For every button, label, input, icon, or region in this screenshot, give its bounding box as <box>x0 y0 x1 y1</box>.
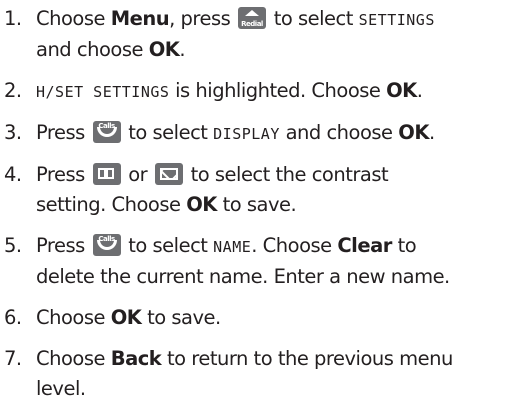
messages-key-icon <box>154 163 183 185</box>
step-text: to select <box>122 234 214 257</box>
step-text: level. <box>36 377 86 400</box>
hset-settings-lcd-text: H/SET SETTINGS <box>36 83 170 101</box>
step-text: and choose <box>279 121 399 144</box>
display-lcd-text: DISPLAY <box>213 125 280 143</box>
step-number: 3. <box>4 121 22 144</box>
step-7: 7. Choose Back to return to the previous… <box>4 344 504 404</box>
step-number: 1. <box>4 7 22 30</box>
step-text: , press <box>169 7 236 30</box>
ok-keyword: OK <box>186 193 217 216</box>
back-keyword: Back <box>110 347 162 370</box>
menu-keyword: Menu <box>110 7 170 30</box>
ok-keyword: OK <box>148 38 180 61</box>
step-text: or <box>122 163 153 186</box>
ok-keyword: OK <box>398 121 429 144</box>
settings-lcd-text: SETTINGS <box>358 11 435 29</box>
step-text: to <box>391 234 417 257</box>
step-text: setting. Choose <box>36 193 187 216</box>
step-text: . Choose <box>251 234 338 257</box>
step-number: 2. <box>4 79 22 102</box>
calls-key-icon: Calls <box>92 121 121 143</box>
step-text: . <box>428 121 435 144</box>
step-text: delete the current name. Enter a new nam… <box>36 265 450 288</box>
step-6: 6. Choose OK to save. <box>4 303 504 333</box>
step-text: is highlighted. Choose <box>169 79 387 102</box>
step-text: and choose <box>36 38 149 61</box>
step-text: Press <box>36 163 91 186</box>
redial-key-label: Redial <box>241 20 263 28</box>
ok-keyword: OK <box>386 79 417 102</box>
ok-keyword: OK <box>110 306 142 329</box>
step-number: 4. <box>4 163 22 186</box>
step-text: . <box>416 79 423 102</box>
step-text: Press <box>36 234 91 257</box>
step-text: Press <box>36 121 91 144</box>
step-number: 6. <box>4 306 22 329</box>
clear-keyword: Clear <box>337 234 392 257</box>
step-4: 4. Press or to select the contrast setti… <box>4 160 504 220</box>
phonebook-key-icon <box>92 163 121 185</box>
step-number: 7. <box>4 347 22 370</box>
name-lcd-text: NAME <box>213 238 252 256</box>
step-text: Choose <box>36 7 111 30</box>
step-text: to save. <box>216 193 297 216</box>
step-text: to return to the previous menu <box>161 347 453 370</box>
step-text: to save. <box>141 306 221 329</box>
instruction-steps: 1. Choose Menu, press Redial to select S… <box>4 4 504 415</box>
step-2: 2. H/SET SETTINGS is highlighted. Choose… <box>4 76 504 107</box>
step-text: Choose <box>36 347 111 370</box>
step-number: 5. <box>4 234 22 257</box>
step-text: . <box>179 38 186 61</box>
redial-key-icon: Redial <box>238 7 266 29</box>
step-5: 5. Press Calls to select NAME. Choose Cl… <box>4 231 504 292</box>
step-text: to select the contrast <box>184 163 389 186</box>
step-text: Choose <box>36 306 111 329</box>
step-3: 3. Press Calls to select DISPLAY and cho… <box>4 118 504 149</box>
calls-key-icon: Calls <box>92 234 121 256</box>
step-1: 1. Choose Menu, press Redial to select S… <box>4 4 504 65</box>
step-text: to select <box>268 7 359 30</box>
step-text: to select <box>122 121 214 144</box>
